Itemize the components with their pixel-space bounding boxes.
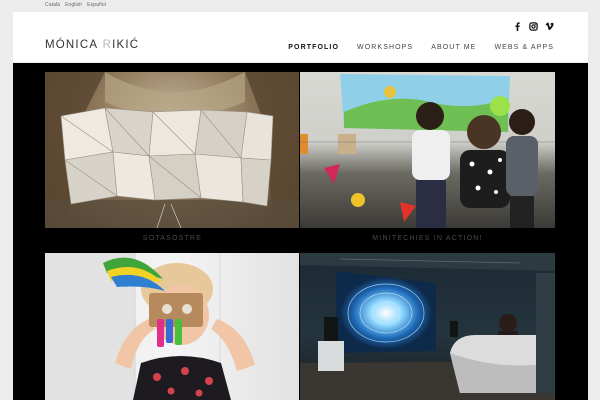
portfolio-item-sotasostre-image[interactable]	[45, 72, 299, 228]
site-logo[interactable]: MÓNICA RIKIĆ	[45, 39, 139, 51]
portfolio-item-minitechies-image[interactable]	[300, 72, 555, 228]
logo-last-name: IKIĆ	[112, 39, 140, 51]
social-links	[513, 22, 554, 31]
vimeo-icon[interactable]	[545, 22, 554, 31]
child-mask-illustration	[45, 253, 255, 400]
facebook-icon[interactable]	[513, 22, 522, 31]
logo-first-name: MÓNICA	[45, 39, 99, 51]
portfolio-item-projection-image[interactable]	[300, 253, 555, 400]
nav-portfolio[interactable]: PORTFOLIO	[288, 44, 339, 51]
nav-webs-apps[interactable]: WEBS & APPS	[494, 44, 554, 51]
portfolio-grid: SOTASOSTRE MINITECHIES IN ACTION!	[13, 63, 588, 400]
site-header: MÓNICA RIKIĆ PORTFOLIO WORKSHOPS ABOUT M…	[13, 12, 588, 62]
lang-espanol[interactable]: Español	[87, 2, 106, 12]
caption-sotasostre[interactable]: SOTASOSTRE	[45, 235, 300, 242]
logo-light-letter: R	[102, 39, 113, 51]
portfolio-item-mask-image[interactable]	[45, 253, 299, 400]
instagram-icon[interactable]	[529, 22, 538, 31]
projection-room-illustration	[300, 253, 555, 400]
caption-minitechies[interactable]: MINITECHIES IN ACTION!	[300, 235, 555, 242]
nav-workshops[interactable]: WORKSHOPS	[357, 44, 413, 51]
language-switcher: Català English Español	[45, 2, 106, 12]
nav-about-me[interactable]: ABOUT ME	[431, 44, 476, 51]
lang-english[interactable]: English	[65, 2, 82, 12]
lang-catala[interactable]: Català	[45, 2, 60, 12]
main-nav: PORTFOLIO WORKSHOPS ABOUT ME WEBS & APPS	[288, 44, 554, 51]
origami-sculpture-illustration	[45, 72, 299, 228]
kids-gallery-illustration	[300, 74, 555, 228]
